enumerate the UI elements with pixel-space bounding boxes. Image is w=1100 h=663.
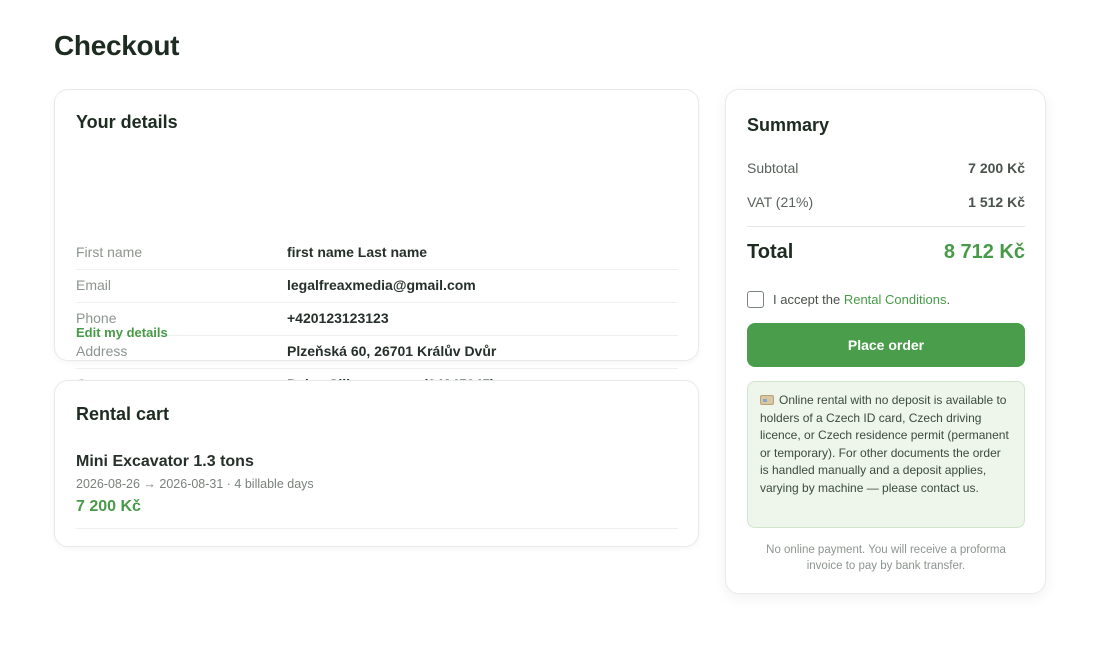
id-card-icon [760, 395, 774, 405]
payment-footnote: No online payment. You will receive a pr… [766, 544, 1006, 572]
deposit-notice: Online rental with no deposit is availab… [747, 381, 1025, 528]
detail-value: legalfreaxmedia@gmail.com [287, 277, 476, 293]
vat-value: 1 512 Kč [968, 194, 1025, 210]
page-title: Checkout [54, 30, 180, 61]
detail-value: +420123123123 [287, 310, 389, 326]
notice-text: Online rental with no deposit is availab… [760, 393, 1009, 495]
accept-prefix: I accept the [773, 292, 844, 307]
summary-title: Summary [747, 115, 830, 135]
detail-row-email: Email legalfreaxmedia@gmail.com [76, 270, 678, 303]
details-card: Your details First name first name Last … [54, 89, 699, 402]
cart-item-price: 7 200 Kč [76, 498, 141, 515]
place-order-button[interactable]: Place order [747, 323, 1025, 367]
accept-conditions-checkbox[interactable] [747, 291, 764, 308]
accept-conditions-text: I accept the Rental Conditions. [773, 292, 950, 307]
cart-title: Rental cart [76, 404, 170, 424]
edit-details-link[interactable]: Edit my details [76, 325, 168, 340]
summary-card: Summary Subtotal 7 200 Kč VAT (21%) 1 51… [725, 89, 1046, 594]
detail-label: First name [76, 244, 143, 260]
accept-suffix: . [946, 292, 951, 307]
detail-row-first-name: First name first name Last name [76, 237, 678, 270]
summary-divider [747, 226, 1025, 227]
detail-label: Email [76, 277, 112, 293]
rental-cart-card: Rental cart Mini Excavator 1.3 tons 2026… [54, 380, 699, 547]
total-value: 8 712 Kč [943, 241, 1025, 263]
checkout-page: Checkout Your details First name first n… [0, 0, 1100, 663]
total-label: Total [747, 241, 794, 263]
subtotal-row: Subtotal 7 200 Kč [747, 160, 1025, 176]
cart-item-divider [76, 528, 678, 529]
details-title: Your details [76, 112, 178, 132]
cart-item-name: Mini Excavator 1.3 tons [76, 453, 254, 470]
detail-row-address: Address Plzeňská 60, 26701 Králův Dvůr [76, 336, 678, 369]
detail-value: first name Last name [287, 244, 428, 260]
cart-item-dates: 2026-08-26 → 2026-08-31 · 4 billable day… [76, 477, 314, 491]
detail-value: Plzeňská 60, 26701 Králův Dvůr [287, 343, 497, 359]
total-row: Total 8 712 Kč [747, 241, 1025, 264]
accept-conditions-row: I accept the Rental Conditions. [747, 290, 1025, 310]
detail-label: Phone [76, 310, 117, 326]
vat-label: VAT (21%) [747, 194, 814, 210]
subtotal-value: 7 200 Kč [968, 160, 1025, 176]
rental-conditions-link[interactable]: Rental Conditions [844, 292, 947, 307]
subtotal-label: Subtotal [747, 160, 799, 176]
vat-row: VAT (21%) 1 512 Kč [747, 194, 1025, 210]
detail-label: Address [76, 343, 128, 359]
